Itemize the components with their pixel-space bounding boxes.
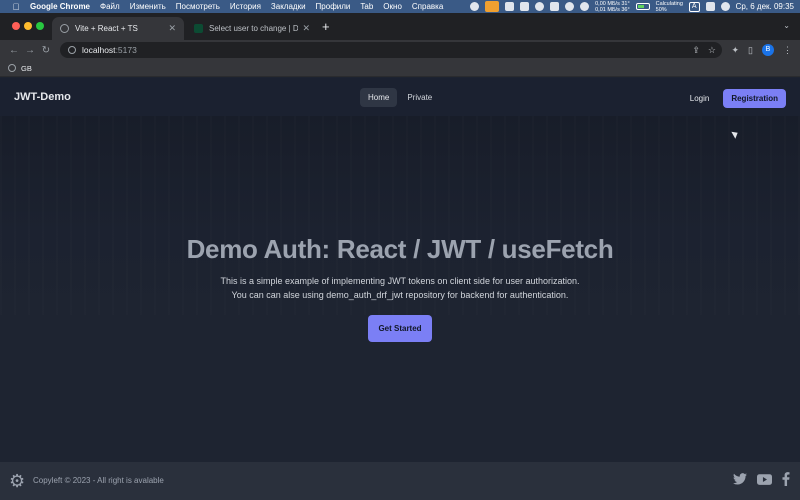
battery-icon[interactable]: [635, 3, 650, 10]
net-down: 0,01 МБ/s 36°: [595, 6, 630, 13]
footer-copyright: Copyleft © 2023 - All right is avalable: [33, 476, 164, 485]
menubar-item-bookmarks[interactable]: Закладки: [271, 2, 306, 11]
youtube-icon[interactable]: [757, 473, 772, 485]
url-port: :5173: [115, 45, 137, 55]
menubar-item-window[interactable]: Окно: [383, 2, 402, 11]
notes-icon[interactable]: [520, 2, 530, 11]
menubar-item-help[interactable]: Справка: [412, 2, 443, 11]
address-bar[interactable]: localhost:5173 ⇪ ☆: [60, 42, 722, 58]
record-icon[interactable]: [470, 2, 480, 11]
bookmark-gb[interactable]: GB: [21, 64, 32, 73]
tab-title: Vite + React + TS: [75, 24, 138, 33]
network-monitor[interactable]: 0,00 МБ/s 31° 0,01 МБ/s 36°: [595, 1, 630, 13]
menubar-item-tab[interactable]: Tab: [360, 2, 373, 11]
nav-link-home[interactable]: Home: [360, 88, 398, 107]
loading-icon[interactable]: [565, 2, 575, 11]
hero-subtitle-line-1: This is a simple example of implementing…: [220, 276, 580, 286]
globe-icon: [60, 24, 69, 33]
django-icon: [194, 24, 203, 33]
side-panel-icon[interactable]: ▯: [748, 45, 753, 56]
extensions-icon[interactable]: ✦: [732, 45, 740, 56]
input-source-indicator[interactable]: A: [688, 1, 700, 12]
forward-arrow-icon[interactable]: →: [22, 45, 38, 56]
twitter-icon[interactable]: [733, 473, 747, 485]
get-started-button[interactable]: Get Started: [368, 315, 432, 342]
globe-icon: [8, 64, 16, 72]
web-page: JWT-Demo Home Private Login Registration…: [0, 78, 800, 500]
macos-menubar:  Google Chrome Файл Изменить Посмотреть…: [0, 0, 800, 13]
menubar-item-profiles[interactable]: Профили: [316, 2, 351, 11]
apple-menu-icon[interactable]: : [10, 2, 22, 12]
registration-button[interactable]: Registration: [723, 89, 786, 108]
clipboard-icon[interactable]: [550, 2, 560, 11]
back-arrow-icon[interactable]: ←: [6, 45, 22, 56]
login-link[interactable]: Login: [690, 94, 710, 103]
facebook-icon[interactable]: [782, 472, 790, 486]
app-brand[interactable]: JWT-Demo: [14, 91, 71, 103]
gear-logo-icon: ⚙: [9, 471, 26, 491]
close-icon[interactable]: ✕: [302, 23, 310, 34]
menubar-item-file[interactable]: Файл: [100, 2, 120, 11]
bookmarks-bar: GB: [0, 60, 800, 77]
menubar-item-view[interactable]: Посмотреть: [176, 2, 220, 11]
browser-tab-vite[interactable]: Vite + React + TS ✕: [52, 17, 184, 40]
control-center-icon[interactable]: [705, 2, 715, 11]
microphone-icon[interactable]: [485, 1, 500, 12]
menubar-status-area: 0,00 МБ/s 31° 0,01 МБ/s 36° Calculating …: [470, 0, 794, 13]
contrast-icon[interactable]: [535, 2, 545, 11]
hero-title: Demo Auth: React / JWT / useFetch: [186, 234, 614, 264]
battery-info: Calculating 50%: [656, 1, 683, 13]
more-menu-icon[interactable]: ⋮: [783, 45, 792, 56]
menubar-datetime[interactable]: Ср, 6 дек. 09:35: [736, 2, 794, 11]
profile-avatar[interactable]: B: [762, 44, 774, 56]
browser-tab-django[interactable]: Select user to change | Djang ✕: [186, 17, 318, 40]
browser-tabstrip: Vite + React + TS ✕ Select user to chang…: [0, 13, 800, 40]
bookmark-star-icon[interactable]: ☆: [708, 45, 716, 56]
menubar-item-edit[interactable]: Изменить: [130, 2, 166, 11]
app-footer: ⚙ Copyleft © 2023 - All right is avalabl…: [0, 462, 800, 500]
app-navbar: JWT-Demo Home Private Login Registration: [0, 78, 800, 116]
nav-links: Home Private: [360, 88, 440, 107]
social-links: [733, 472, 790, 486]
window-close-button[interactable]: [12, 22, 20, 30]
menubar-app-name[interactable]: Google Chrome: [30, 2, 90, 11]
window-minimize-button[interactable]: [24, 22, 32, 30]
reload-icon[interactable]: ↻: [38, 45, 54, 56]
hero-subtitle: This is a simple example of implementing…: [0, 274, 800, 302]
hero-subtitle-line-2: You can can alse using demo_auth_drf_jwt…: [231, 290, 569, 300]
menubar-item-history[interactable]: История: [230, 2, 261, 11]
nav-link-private[interactable]: Private: [399, 88, 440, 107]
cloud-icon[interactable]: [580, 2, 590, 11]
tab-title: Select user to change | Djang: [209, 24, 299, 33]
site-info-icon[interactable]: [68, 46, 76, 54]
new-tab-button[interactable]: +: [322, 20, 330, 34]
spotlight-icon[interactable]: [720, 2, 730, 11]
share-icon[interactable]: ⇪: [692, 45, 700, 56]
browser-toolbar: ← → ↻ localhost:5173 ⇪ ☆ ✦ ▯ B ⋮: [0, 40, 800, 60]
url-host: localhost: [82, 45, 116, 55]
window-zoom-button[interactable]: [36, 22, 44, 30]
battery-percent: 50%: [655, 6, 667, 13]
display-icon[interactable]: [505, 2, 515, 11]
hero-section: Demo Auth: React / JWT / useFetch This i…: [0, 234, 800, 342]
tab-search-icon[interactable]: ⌄: [783, 21, 790, 30]
close-icon[interactable]: ✕: [168, 23, 176, 34]
